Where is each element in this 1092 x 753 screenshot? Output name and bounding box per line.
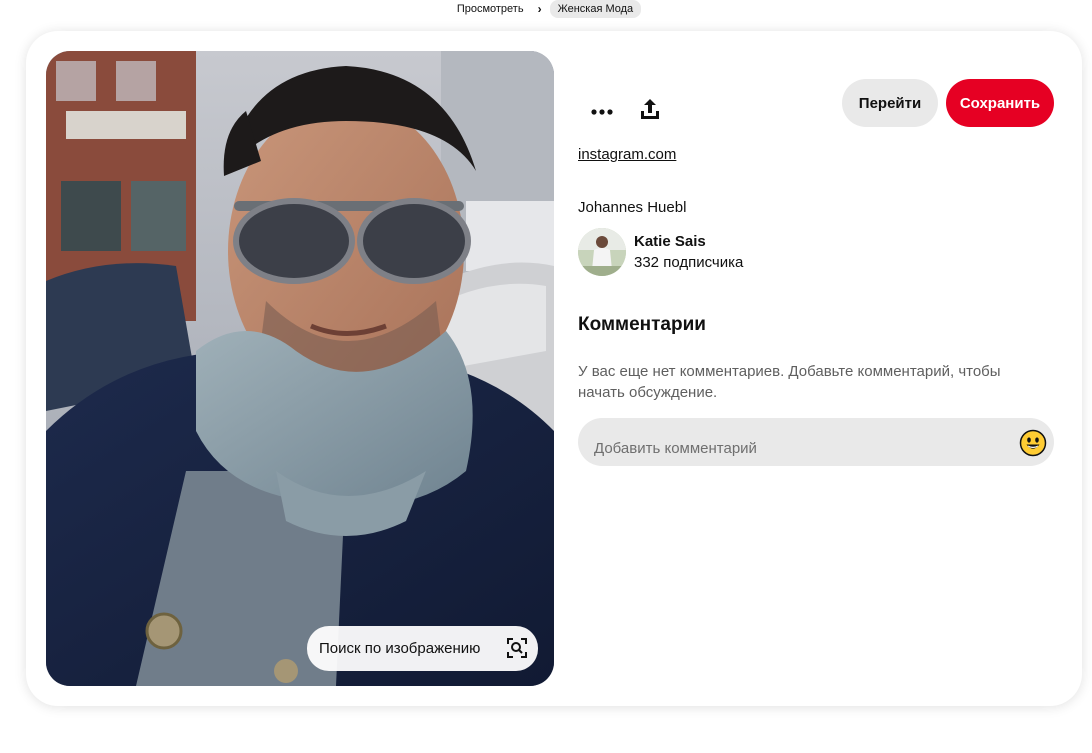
- share-upload-icon: [640, 98, 660, 125]
- visual-search-button[interactable]: Поиск по изображению: [307, 626, 538, 671]
- more-dots-icon: [591, 102, 613, 120]
- visit-button[interactable]: Перейти: [842, 79, 938, 127]
- author-name[interactable]: Katie Sais: [634, 233, 706, 250]
- share-button[interactable]: [628, 89, 672, 133]
- pin-image[interactable]: Поиск по изображению: [46, 51, 554, 686]
- save-button[interactable]: Сохранить: [946, 79, 1054, 127]
- pin-card: Поиск по изображению Перейти Сохранить i…: [26, 31, 1082, 706]
- comments-heading: Комментарии: [578, 314, 706, 335]
- visual-search-label: Поиск по изображению: [319, 640, 481, 657]
- chevron-right-icon: ›: [537, 2, 542, 16]
- avatar[interactable]: [578, 228, 626, 276]
- author-block: Katie Sais 332 подписчика: [578, 228, 878, 278]
- comment-input[interactable]: [578, 418, 1054, 466]
- no-comments-text: У вас еще нет комментариев. Добавьте ком…: [578, 363, 1001, 401]
- source-link[interactable]: instagram.com: [578, 146, 676, 163]
- author-followers: 332 подписчика: [634, 254, 744, 271]
- breadcrumb-item-womens-fashion[interactable]: Женская Мода: [549, 0, 642, 18]
- pin-photo-illustration: [46, 51, 554, 686]
- emoji-button[interactable]: [1019, 429, 1047, 457]
- breadcrumb-item-browse[interactable]: Просмотреть: [451, 1, 530, 17]
- smiley-emoji-icon: [1019, 429, 1047, 461]
- breadcrumb: Просмотреть › Женская Мода: [0, 0, 1092, 18]
- visual-search-icon: [506, 637, 528, 659]
- pin-details: Перейти Сохранить instagram.com Johannes…: [578, 31, 1058, 706]
- pin-title: Johannes Huebl: [578, 199, 687, 216]
- more-options-button[interactable]: [580, 89, 624, 133]
